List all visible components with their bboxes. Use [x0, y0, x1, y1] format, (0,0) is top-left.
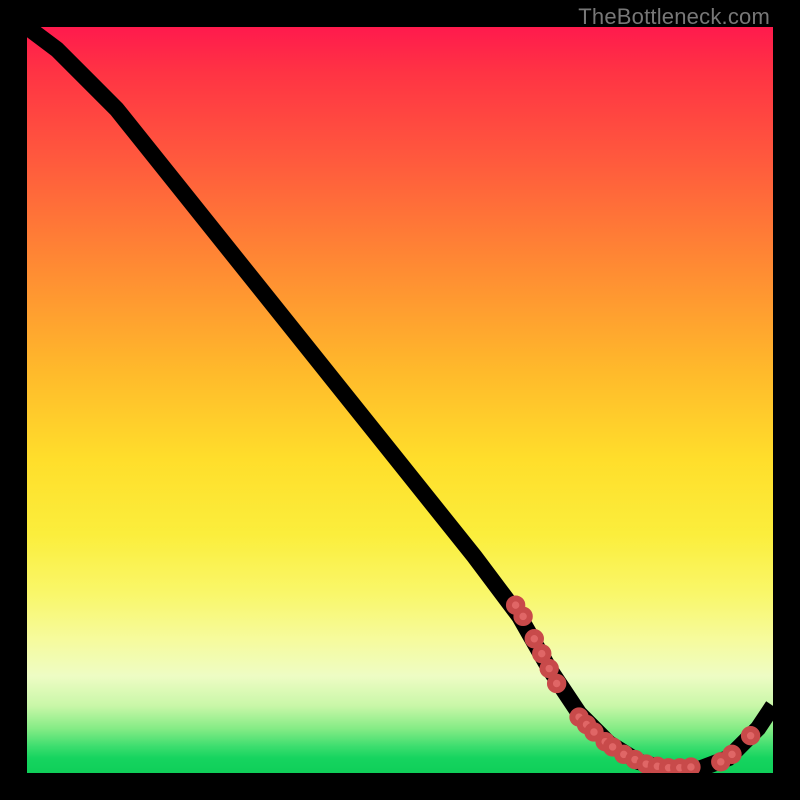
data-point: [550, 677, 563, 690]
data-point: [684, 760, 697, 773]
data-point: [535, 647, 548, 660]
data-point: [744, 729, 757, 742]
data-point: [542, 662, 555, 675]
chart-container: TheBottleneck.com: [0, 0, 800, 800]
plot-area: [27, 27, 773, 773]
bottleneck-curve: [27, 27, 773, 769]
data-point: [528, 632, 541, 645]
chart-svg: [27, 27, 773, 773]
data-point: [516, 610, 529, 623]
data-point: [725, 748, 738, 761]
data-points-group: [509, 598, 757, 773]
